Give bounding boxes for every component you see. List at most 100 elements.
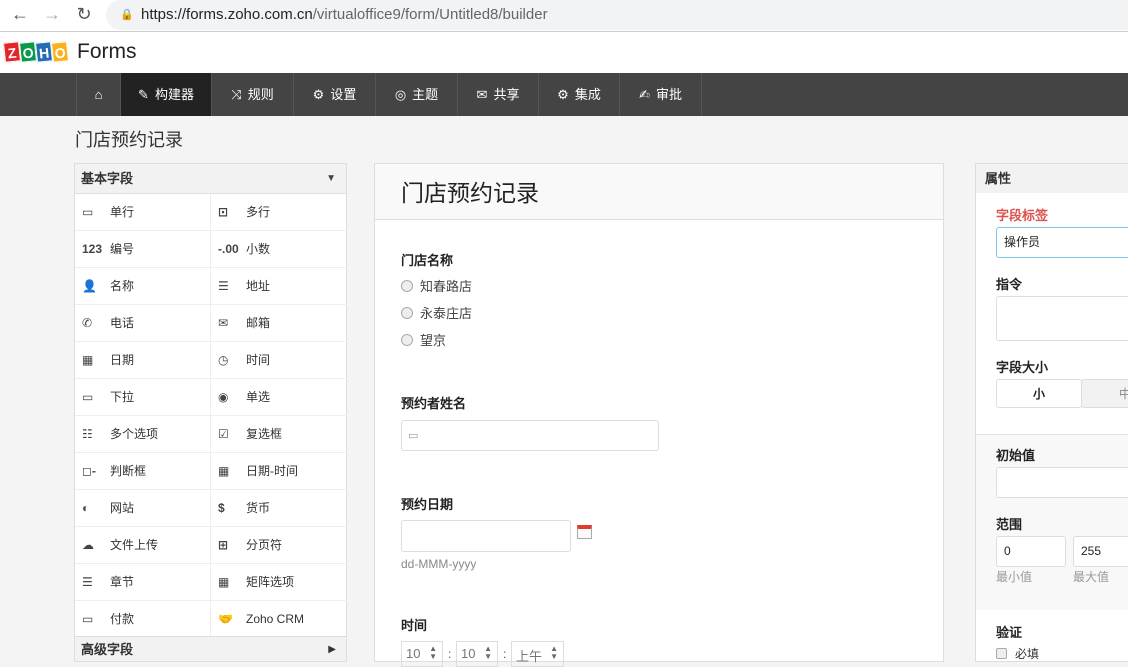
field-type-icon: ✉	[218, 316, 229, 330]
field-type-item[interactable]: ⊡ 多行	[211, 194, 347, 231]
store-field-label[interactable]: 门店名称	[401, 250, 453, 269]
forward-icon[interactable]: →	[40, 4, 64, 25]
range-max-input[interactable]: 255	[1073, 536, 1128, 567]
field-type-icon: ◐	[82, 501, 90, 515]
form-title[interactable]: 门店预约记录	[375, 164, 943, 220]
field-type-item[interactable]: ☁ 文件上传	[75, 527, 211, 564]
back-icon[interactable]: ←	[8, 4, 32, 25]
name-input[interactable]: ▭	[401, 420, 659, 451]
field-type-label: 多行	[246, 205, 271, 219]
hour-select[interactable]: 10 ▲ ▼	[401, 641, 443, 667]
shuffle-icon: ⤨	[231, 87, 242, 102]
field-type-item[interactable]: ✆ 电话	[75, 305, 211, 342]
nav-integrations[interactable]: ⚙ 集成	[539, 73, 620, 116]
time-field-label[interactable]: 时间	[401, 615, 427, 634]
field-type-item[interactable]: ✉ 邮箱	[211, 305, 347, 342]
builder-icon: ✎	[138, 87, 149, 102]
field-type-item[interactable]: ▦ 日期-时间	[211, 453, 347, 490]
ampm-select[interactable]: 上午 ▲ ▼	[511, 641, 564, 667]
field-type-icon: ◷	[218, 353, 229, 367]
nav-rules[interactable]: ⤨ 规则	[212, 73, 294, 116]
field-type-icon: ⊡	[218, 205, 229, 219]
field-type-icon: ▦	[82, 353, 94, 367]
instruction-input[interactable]	[996, 296, 1128, 341]
field-type-item[interactable]: ▭ 单行	[75, 194, 211, 231]
field-type-item[interactable]: ▭ 付款	[75, 601, 211, 638]
field-type-label: 分页符	[246, 538, 283, 552]
field-type-item[interactable]: ◉ 单选	[211, 379, 347, 416]
gears-icon: ⚙	[557, 87, 569, 102]
field-type-item[interactable]: $ 货币	[211, 490, 347, 527]
basic-fields-header[interactable]: 基本字段 ▼	[75, 164, 346, 194]
field-type-label: 网站	[110, 501, 135, 515]
field-type-item[interactable]: ▦ 矩阵选项	[211, 564, 347, 601]
nav-home[interactable]: ⌂	[76, 73, 121, 116]
field-type-item[interactable]: ▭ 下拉	[75, 379, 211, 416]
field-type-item[interactable]: ◐ 网站	[75, 490, 211, 527]
field-type-item[interactable]: ◷ 时间	[211, 342, 347, 379]
field-size-label: 字段大小	[996, 360, 1049, 375]
advanced-fields-header[interactable]: 高级字段 ▶	[75, 636, 346, 661]
required-checkbox[interactable]: 必填	[996, 645, 1039, 662]
field-type-item[interactable]: 👤 名称	[75, 268, 211, 305]
settings-icon: ⚙	[312, 87, 325, 102]
field-type-item[interactable]: ☰ 地址	[211, 268, 347, 305]
field-type-icon: 123	[82, 242, 103, 256]
radio-option[interactable]: 知春路店	[401, 276, 472, 295]
field-type-item[interactable]: ☑ 复选框	[211, 416, 347, 453]
field-type-icon: ☰	[82, 575, 93, 589]
field-type-item[interactable]: ▦ 日期	[75, 342, 211, 379]
field-type-label: 名称	[110, 279, 135, 293]
initial-value-input[interactable]	[996, 467, 1128, 498]
nav-theme[interactable]: ◎ 主题	[376, 73, 458, 116]
address-bar[interactable]: 🔒 https://forms.zoho.com.cn/virtualoffice…	[106, 0, 1128, 30]
minute-select[interactable]: 10 ▲ ▼	[456, 641, 498, 667]
field-type-icon: ⊞	[218, 538, 229, 552]
field-type-label: 付款	[110, 612, 135, 626]
field-label-input[interactable]: 操作员	[996, 227, 1128, 258]
page-title: 门店预约记录	[75, 130, 183, 150]
nav-share[interactable]: ✉ 共享	[458, 73, 539, 116]
reload-icon[interactable]: ↻	[72, 4, 96, 25]
date-input[interactable]	[401, 520, 571, 552]
nav-settings[interactable]: ⚙ 设置	[294, 73, 376, 116]
radio-option[interactable]: 望京	[401, 330, 446, 349]
date-field-label[interactable]: 预约日期	[401, 494, 453, 513]
zoho-logo: ZOHO	[2, 41, 70, 63]
field-type-item[interactable]: -.00 小数	[211, 231, 347, 268]
size-small-button[interactable]: 小	[996, 379, 1082, 408]
field-type-label: 编号	[110, 242, 135, 256]
field-type-icon: ☰	[218, 279, 229, 293]
range-max-label: 最大值	[1073, 570, 1110, 584]
name-field-label[interactable]: 预约者姓名	[401, 393, 466, 412]
field-type-item[interactable]: ☰ 章节	[75, 564, 211, 601]
field-type-label: 多个选项	[110, 427, 159, 441]
range-label: 范围	[996, 517, 1023, 532]
field-type-icon: ▭	[82, 390, 94, 404]
nav-approval[interactable]: ✍ 审批	[620, 73, 702, 116]
field-type-label: 日期-时间	[246, 464, 298, 478]
field-type-item[interactable]: 123 编号	[75, 231, 211, 268]
field-type-item[interactable]: ◻- 判断框	[75, 453, 211, 490]
field-type-icon: ▭	[82, 612, 94, 626]
form-canvas: 门店预约记录 门店名称 知春路店 永泰庄店 望京 预约者姓名 ▭ 预约日期 dd…	[374, 163, 944, 667]
field-type-label: 日期	[110, 353, 135, 367]
field-type-item[interactable]: ⊞ 分页符	[211, 527, 347, 564]
field-type-label: 章节	[110, 575, 135, 589]
field-type-item[interactable]: 🤝 Zoho CRM	[211, 601, 347, 638]
radio-option[interactable]: 永泰庄店	[401, 303, 472, 322]
nav-builder[interactable]: ✎ 构建器	[121, 73, 212, 116]
field-type-icon: ☁	[82, 538, 94, 552]
field-type-item[interactable]: ☷ 多个选项	[75, 416, 211, 453]
field-type-icon: ▦	[218, 575, 230, 589]
field-type-icon: $	[218, 501, 225, 515]
size-medium-button[interactable]: 中等	[1081, 379, 1128, 408]
share-icon: ✉	[476, 87, 488, 102]
range-min-input[interactable]: 0	[996, 536, 1066, 567]
calendar-icon[interactable]	[577, 525, 592, 539]
edit-icon: ✍	[639, 87, 650, 102]
field-type-label: 矩阵选项	[246, 575, 295, 589]
app-header: ZOHO Forms	[0, 32, 1128, 73]
field-type-icon: ◻-	[82, 464, 96, 478]
properties-header: 属性	[976, 164, 1128, 193]
